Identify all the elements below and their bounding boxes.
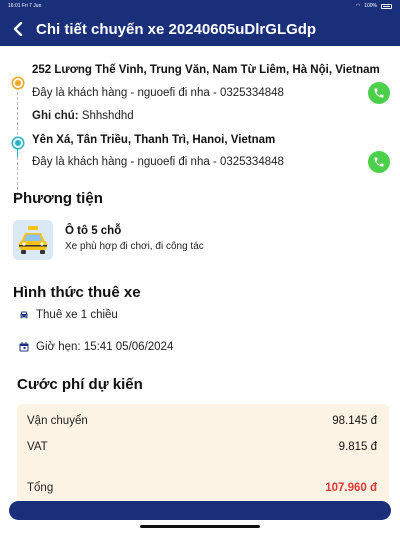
vehicle-description: Xe phù hợp đi chơi, đi công tác (65, 241, 204, 252)
chevron-left-icon (13, 22, 23, 36)
fee-row-vat: VAT 9.815 đ (27, 441, 377, 453)
car-icon (18, 309, 30, 321)
battery-icon (381, 3, 392, 9)
destination-contact: Đây là khách hàng - nguoefi đi nha - 032… (32, 156, 284, 168)
appointment-time-label: Giờ hẹn: 15:41 05/06/2024 (36, 341, 174, 353)
bottom-action-button[interactable] (9, 501, 391, 520)
rental-type-label: Thuê xe 1 chiều (36, 309, 118, 321)
trip-note: Ghi chú: Shhshdhd (32, 110, 134, 122)
fee-value: 9.815 đ (338, 441, 377, 453)
vehicle-name: Ô tô 5 chỗ (65, 225, 122, 237)
fee-summary-box: Vận chuyển 98.145 đ VAT 9.815 đ Tổng 107… (17, 404, 389, 504)
appointment-time: Giờ hẹn: 15:41 05/06/2024 (18, 341, 173, 353)
origin-address: 252 Lương Thế Vinh, Trung Văn, Nam Từ Li… (32, 64, 380, 76)
origin-contact: Đây là khách hàng - nguoefi đi nha - 032… (32, 87, 284, 99)
app-header: Chi tiết chuyến xe 20240605uDlrGLGdp (0, 12, 400, 46)
fee-value: 98.145 đ (332, 415, 377, 427)
fee-row-shipping: Vận chuyển 98.145 đ (27, 415, 377, 427)
taxi-car-icon (13, 220, 53, 260)
phone-icon (374, 157, 384, 167)
vehicle-card: Ô tô 5 chỗ Xe phù hợp đi chơi, đi công t… (13, 218, 393, 262)
origin-call-button[interactable] (368, 82, 390, 104)
trip-note-value: Shhshdhd (81, 110, 134, 122)
wifi-icon: ◠ (355, 3, 361, 9)
vehicle-section-title: Phương tiện (13, 190, 103, 207)
origin-marker-icon (13, 78, 23, 88)
destination-marker-icon (13, 138, 23, 148)
fee-label: Vận chuyển (27, 415, 88, 427)
route-section: 252 Lương Thế Vinh, Trung Văn, Nam Từ Li… (10, 60, 390, 200)
destination-marker-tail (17, 149, 18, 157)
fee-row-total: Tổng 107.960 đ (27, 482, 377, 494)
calendar-icon (18, 341, 30, 353)
status-icons: ◠ 100% (356, 3, 392, 9)
fee-label: Tổng (27, 482, 54, 494)
rental-type: Thuê xe 1 chiều (18, 309, 118, 321)
fee-section-title: Cước phí dự kiến (17, 376, 143, 393)
rental-section-title: Hình thức thuê xe (13, 284, 141, 301)
page-title: Chi tiết chuyến xe 20240605uDlrGLGdp (36, 20, 317, 38)
fee-total-value: 107.960 đ (325, 482, 377, 494)
destination-call-button[interactable] (368, 151, 390, 173)
status-bar: 16:01 Fri 7 Jun ◠ 100% (0, 0, 400, 12)
status-time: 16:01 Fri 7 Jun (8, 3, 42, 9)
home-indicator (140, 525, 260, 528)
fee-label: VAT (27, 441, 48, 453)
battery-percent: 100% (364, 3, 377, 9)
phone-icon (374, 88, 384, 98)
destination-address: Yên Xá, Tân Triều, Thanh Trì, Hanoi, Vie… (32, 134, 276, 146)
back-button[interactable] (0, 12, 36, 46)
